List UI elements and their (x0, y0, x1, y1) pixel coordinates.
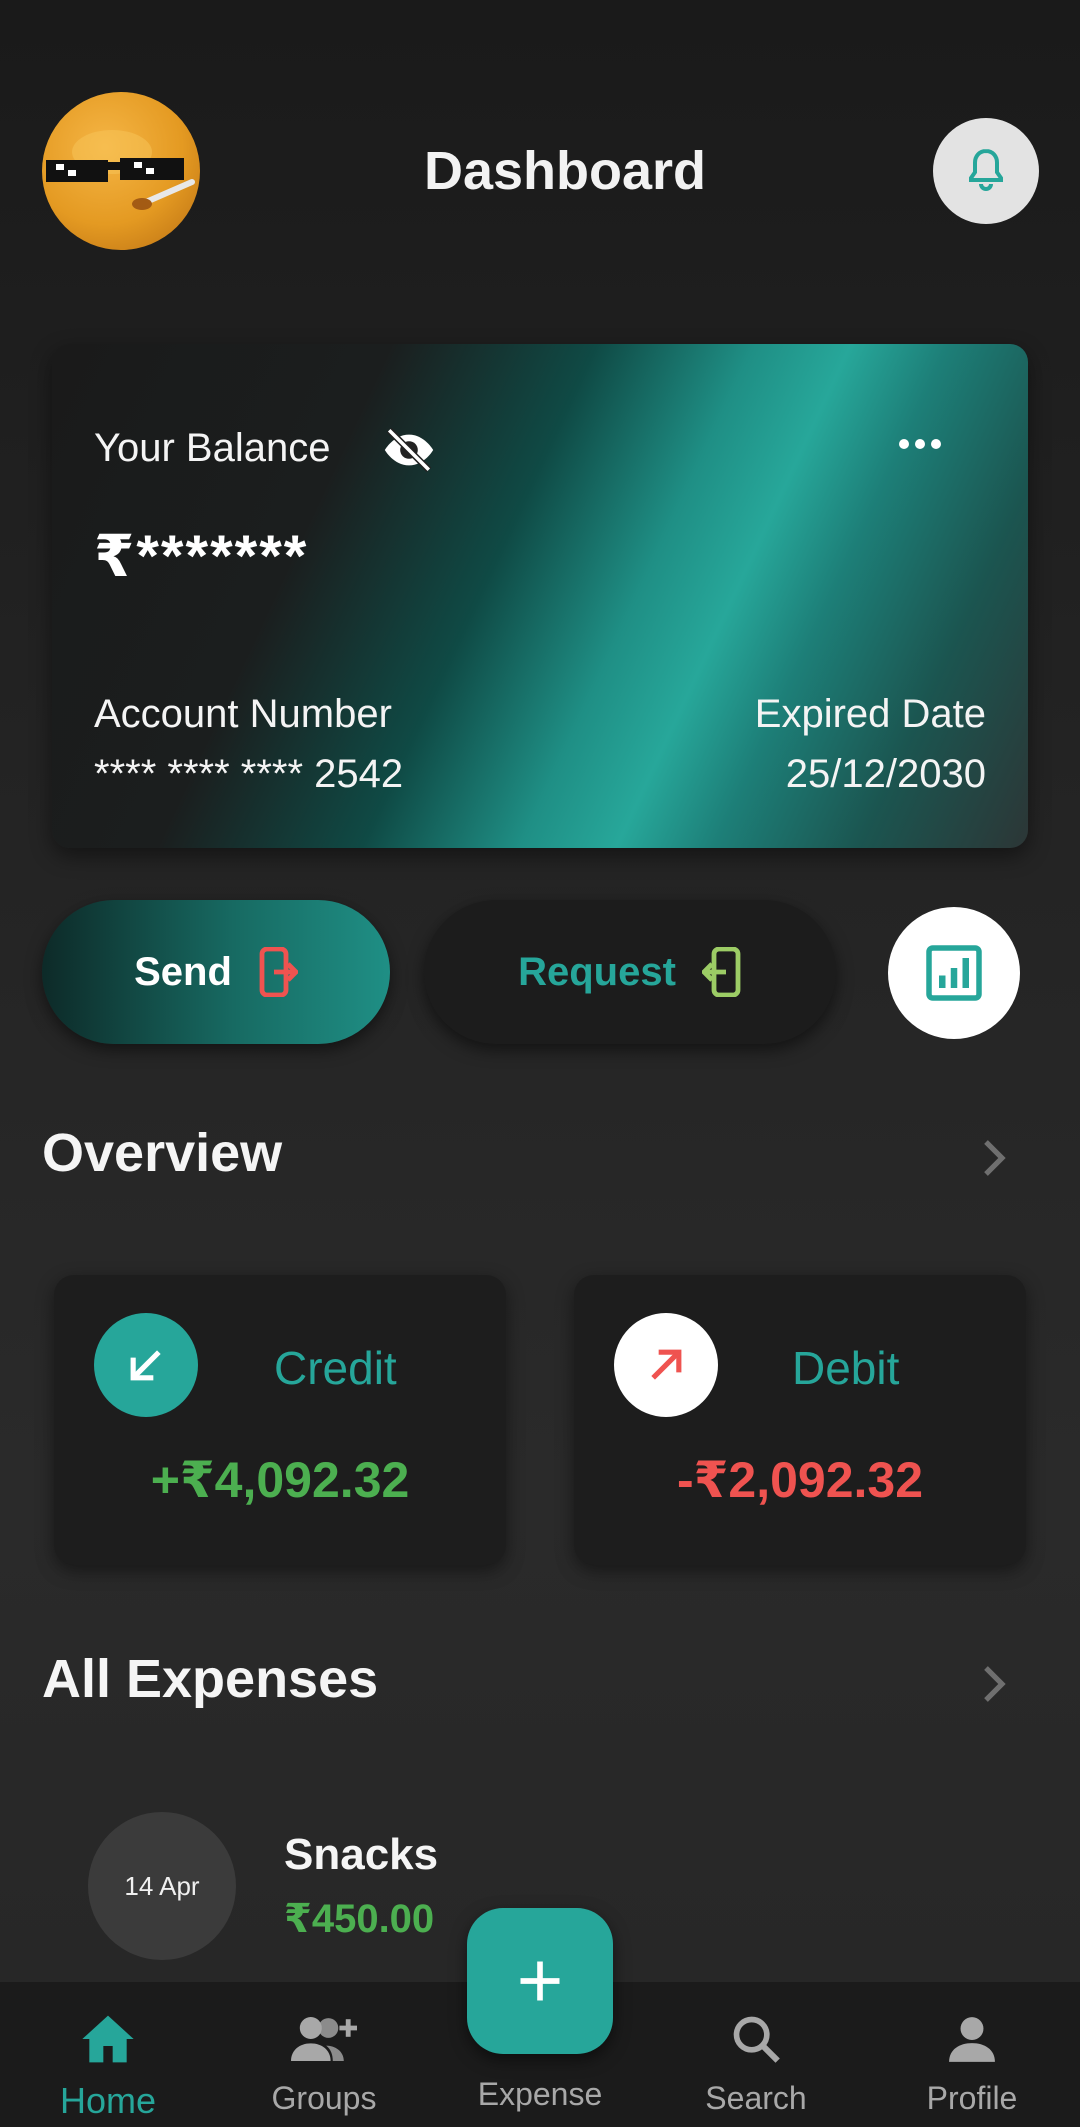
send-money-icon (259, 947, 298, 997)
nav-expense[interactable]: Expense (432, 2076, 648, 2113)
nav-home-label: Home (59, 2080, 157, 2121)
balance-label: Your Balance (94, 426, 331, 470)
account-number-label: Account Number (94, 692, 392, 736)
toggle-balance-visibility-button[interactable] (382, 427, 436, 477)
balance-card[interactable]: Your Balance ₹******* Account Number ***… (52, 344, 1028, 848)
account-number-value: **** **** **** 2542 (94, 752, 404, 796)
nav-expense-label: Expense (477, 2076, 603, 2112)
more-horizontal-icon (899, 439, 941, 449)
balance-value: ₹******* (94, 524, 309, 589)
overview-title: Overview (42, 1123, 283, 1183)
emoji-avatar-icon (46, 130, 195, 210)
debit-icon-circle (614, 1313, 718, 1417)
nav-groups[interactable]: Groups (216, 1994, 432, 2124)
home-icon (82, 2015, 134, 2063)
group-add-icon (291, 2017, 357, 2061)
person-icon (949, 2017, 995, 2062)
bar-chart-icon (926, 945, 982, 1001)
expense-title[interactable]: Snacks (284, 1830, 438, 1880)
search-icon (733, 2016, 780, 2063)
avatar[interactable] (42, 92, 200, 250)
nav-search[interactable]: Search (648, 1994, 864, 2124)
card-more-button[interactable] (896, 436, 944, 457)
send-label: Send (134, 949, 232, 994)
nav-home[interactable]: Home (0, 1994, 216, 2124)
expense-date-badge: 14 Apr (88, 1812, 236, 1960)
all-expenses-title: All Expenses (42, 1649, 379, 1709)
nav-groups-label: Groups (271, 2080, 377, 2116)
plus-icon (520, 1961, 560, 2001)
notifications-button[interactable] (933, 118, 1039, 224)
nav-search-label: Search (705, 2080, 807, 2116)
arrow-up-right-icon (651, 1349, 682, 1380)
credit-amount: +₹4,092.32 (150, 1452, 410, 1508)
debit-amount: -₹2,092.32 (676, 1452, 924, 1508)
arrow-down-left-icon (130, 1350, 161, 1381)
statistics-button[interactable] (888, 907, 1020, 1039)
debit-card[interactable]: Debit -₹2,092.32 (574, 1275, 1026, 1565)
nav-profile-label: Profile (926, 2080, 1018, 2116)
expiry-value: 25/12/2030 (785, 752, 986, 796)
overview-see-more-button[interactable] (982, 1138, 1008, 1183)
request-money-icon (701, 947, 741, 997)
bell-icon (969, 148, 1003, 191)
chevron-right-icon (984, 1140, 1006, 1176)
debit-label: Debit (792, 1342, 900, 1394)
expense-amount: ₹450.00 (284, 1897, 435, 1941)
expenses-see-more-button[interactable] (982, 1664, 1008, 1709)
request-button[interactable]: Request (424, 900, 836, 1044)
credit-label: Credit (274, 1342, 397, 1394)
request-label: Request (518, 949, 676, 994)
eye-off-icon (384, 427, 434, 473)
page-title: Dashboard (423, 141, 707, 201)
credit-icon-circle (94, 1313, 198, 1417)
send-button[interactable]: Send (42, 900, 390, 1044)
expiry-label: Expired Date (754, 692, 986, 736)
add-expense-button[interactable] (467, 1908, 613, 2054)
chevron-right-icon (984, 1666, 1006, 1702)
credit-card[interactable]: Credit +₹4,092.32 (54, 1275, 506, 1565)
nav-profile[interactable]: Profile (864, 1994, 1080, 2124)
